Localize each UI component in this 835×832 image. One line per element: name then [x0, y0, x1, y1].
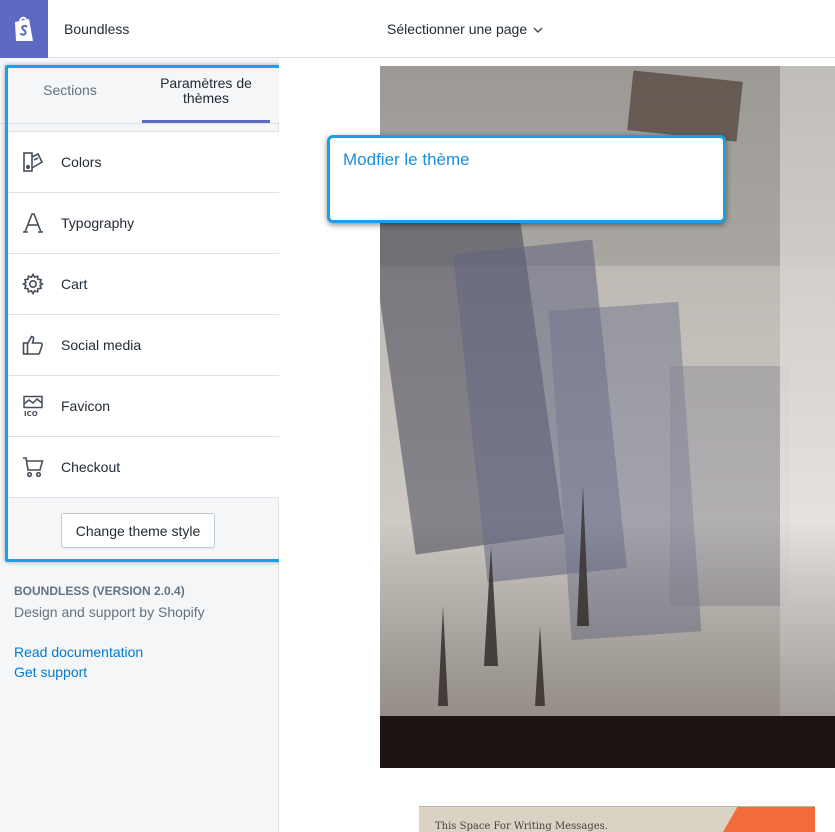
theme-settings-menu: Colors Typography Cart Social media ICO … [8, 131, 279, 498]
postcard-text: This Space For Writing Messages. [435, 821, 608, 832]
chevron-down-icon [533, 21, 543, 37]
sidebar-item-label: Cart [61, 276, 88, 292]
sidebar-item-checkout[interactable]: Checkout [8, 437, 279, 498]
sidebar-item-typography[interactable]: Typography [8, 193, 279, 254]
svg-text:ICO: ICO [24, 410, 38, 417]
sidebar-tabs: Sections Paramètres de thèmes [0, 58, 279, 124]
cart-icon [21, 455, 45, 479]
change-theme-style-button[interactable]: Change theme style [61, 513, 215, 548]
sidebar: Boundless Sections Paramètres de thèmes … [0, 0, 279, 832]
brand-bar: Boundless [0, 0, 279, 58]
sidebar-item-label: Typography [61, 215, 135, 231]
sidebar-item-cart[interactable]: Cart [8, 254, 279, 315]
sidebar-item-label: Favicon [61, 398, 111, 414]
tooltip-text: Modfier le thème [343, 150, 470, 169]
colors-icon [21, 150, 45, 174]
page-selector[interactable]: Sélectionner une page [387, 21, 543, 37]
shopify-logo-icon[interactable] [0, 0, 48, 58]
store-name: Boundless [64, 21, 130, 37]
tab-theme-settings[interactable]: Paramètres de thèmes [142, 58, 270, 123]
hero-caption-bar [380, 716, 835, 768]
sidebar-item-label: Checkout [61, 459, 121, 475]
gear-icon [21, 272, 45, 296]
read-documentation-link[interactable]: Read documentation [14, 644, 143, 660]
page-selector-label: Sélectionner une page [387, 21, 528, 37]
top-bar: Sélectionner une page [279, 0, 835, 58]
typography-icon [21, 211, 45, 235]
thumbs-up-icon [21, 333, 45, 357]
support-text: Design and support by Shopify [14, 604, 205, 620]
get-support-link[interactable]: Get support [14, 664, 87, 680]
postcard-image: This Space For Writing Messages. [419, 806, 815, 832]
favicon-icon: ICO [21, 394, 45, 418]
sidebar-item-colors[interactable]: Colors [8, 132, 279, 193]
sidebar-item-label: Social media [61, 337, 142, 353]
postcard-tag [715, 807, 815, 832]
tab-sections[interactable]: Sections [8, 58, 132, 123]
sidebar-item-favicon[interactable]: ICO Favicon [8, 376, 279, 437]
theme-version: BOUNDLESS (VERSION 2.0.4) [14, 584, 185, 598]
tooltip-callout: Modfier le thème [327, 135, 726, 223]
sidebar-item-label: Colors [61, 154, 102, 170]
sidebar-item-social-media[interactable]: Social media [8, 315, 279, 376]
